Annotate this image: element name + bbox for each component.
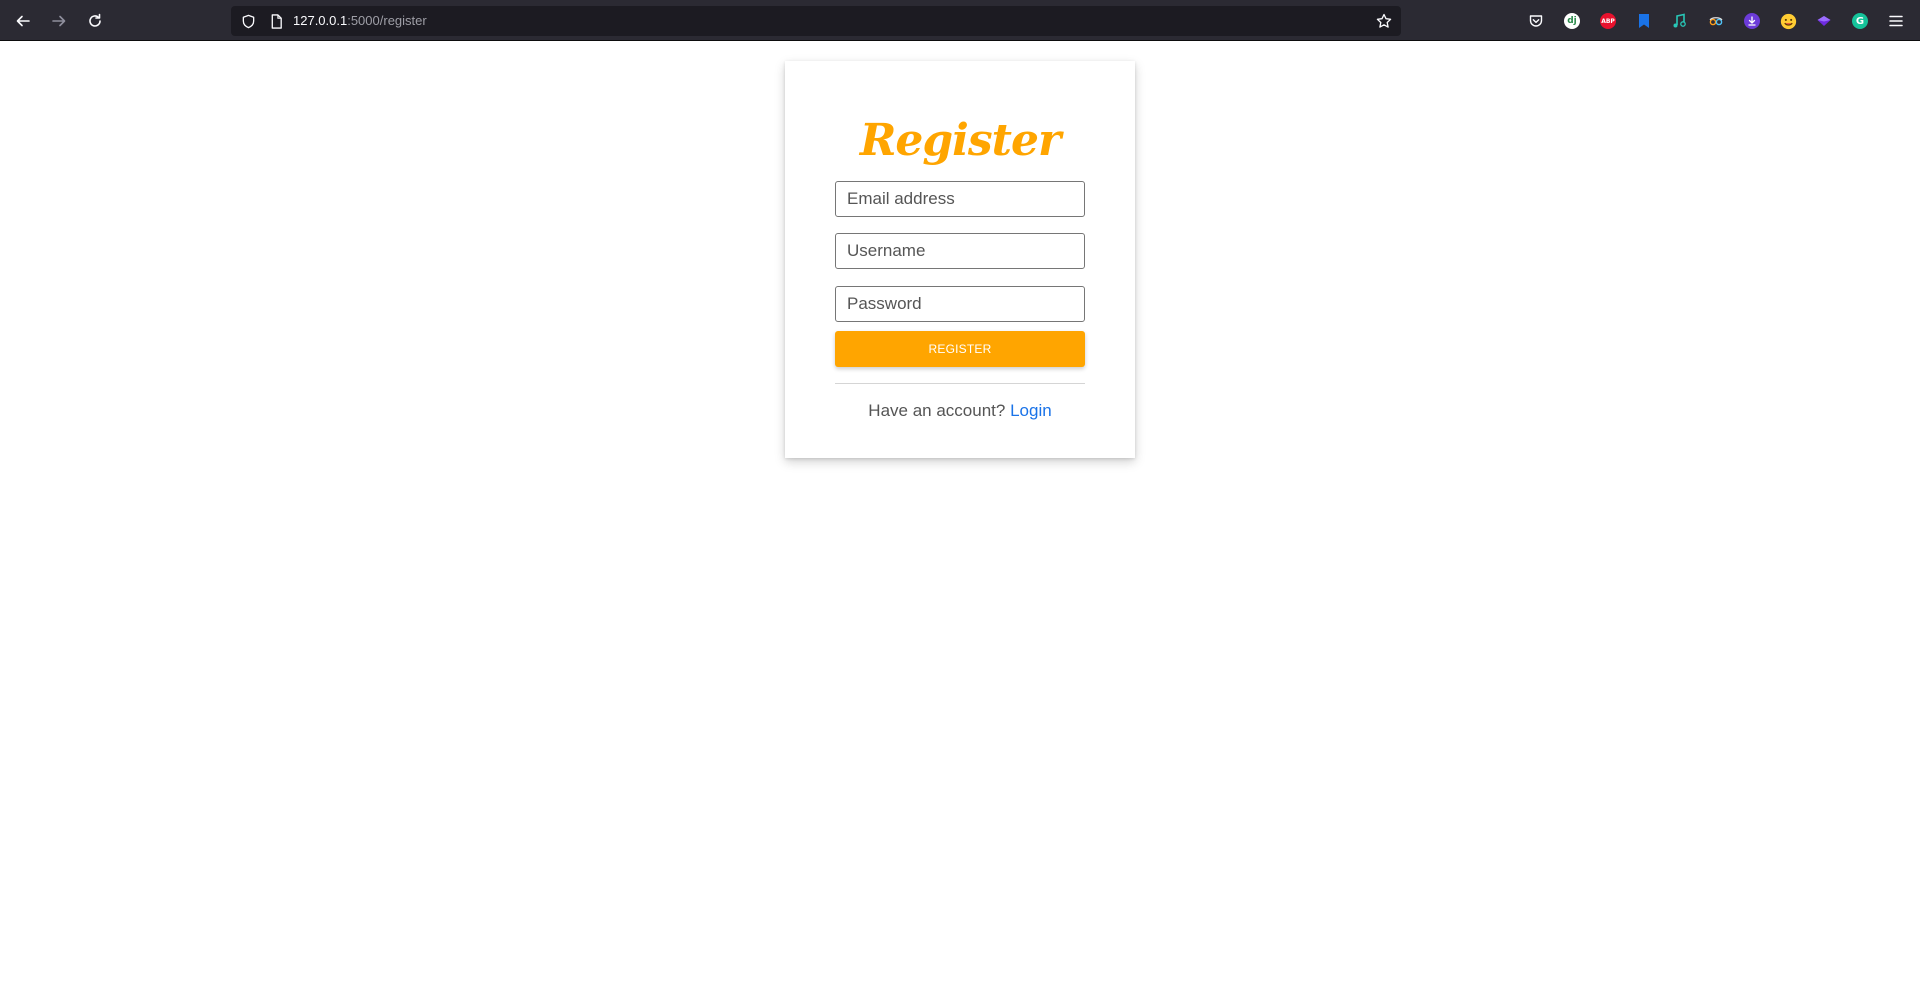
register-card: Register REGISTER Have an account? Login	[785, 61, 1135, 458]
bookmark-extension-icon[interactable]	[1634, 11, 1654, 31]
dj-badge: dj	[1564, 13, 1580, 29]
email-field[interactable]	[835, 181, 1085, 217]
divider	[835, 383, 1085, 384]
back-button[interactable]	[10, 8, 36, 34]
dj-extension-icon[interactable]: dj	[1562, 11, 1582, 31]
page-info-icon[interactable]	[267, 12, 285, 30]
arrow-left-icon	[16, 15, 30, 27]
browser-toolbar: 127.0.0.1:5000/register dj ABP G	[0, 0, 1920, 41]
url-host: 127.0.0.1	[293, 13, 348, 28]
bookmark-star-icon[interactable]	[1375, 12, 1393, 30]
grammarly-icon[interactable]: G	[1850, 11, 1870, 31]
download-arrow-icon	[1748, 16, 1756, 26]
register-button[interactable]: REGISTER	[835, 331, 1085, 367]
pocket-icon[interactable]	[1526, 11, 1546, 31]
abp-badge: ABP	[1600, 13, 1616, 29]
have-account-row: Have an account? Login	[785, 401, 1135, 421]
shield-extension-icon[interactable]	[1814, 11, 1834, 31]
grammarly-badge: G	[1852, 13, 1868, 29]
forward-button[interactable]	[46, 8, 72, 34]
username-field[interactable]	[835, 233, 1085, 269]
tracking-protection-icon[interactable]	[239, 12, 257, 30]
reload-button[interactable]	[82, 8, 108, 34]
emoji-extension-icon[interactable]	[1778, 11, 1798, 31]
adblock-plus-icon[interactable]: ABP	[1598, 11, 1618, 31]
reload-icon	[89, 13, 101, 27]
music-extension-icon[interactable]	[1670, 11, 1690, 31]
download-extension-icon[interactable]	[1742, 11, 1762, 31]
url-text[interactable]: 127.0.0.1:5000/register	[293, 13, 427, 29]
have-account-text: Have an account?	[868, 401, 1006, 420]
url-bar[interactable]: 127.0.0.1:5000/register	[231, 6, 1401, 36]
mask-extension-icon[interactable]	[1706, 11, 1726, 31]
arrow-right-icon	[52, 15, 66, 27]
login-link[interactable]: Login	[1010, 401, 1052, 420]
menu-icon[interactable]	[1886, 11, 1906, 31]
password-field[interactable]	[835, 286, 1085, 322]
url-path: :5000/register	[347, 13, 427, 28]
page-title: Register	[859, 115, 1061, 166]
